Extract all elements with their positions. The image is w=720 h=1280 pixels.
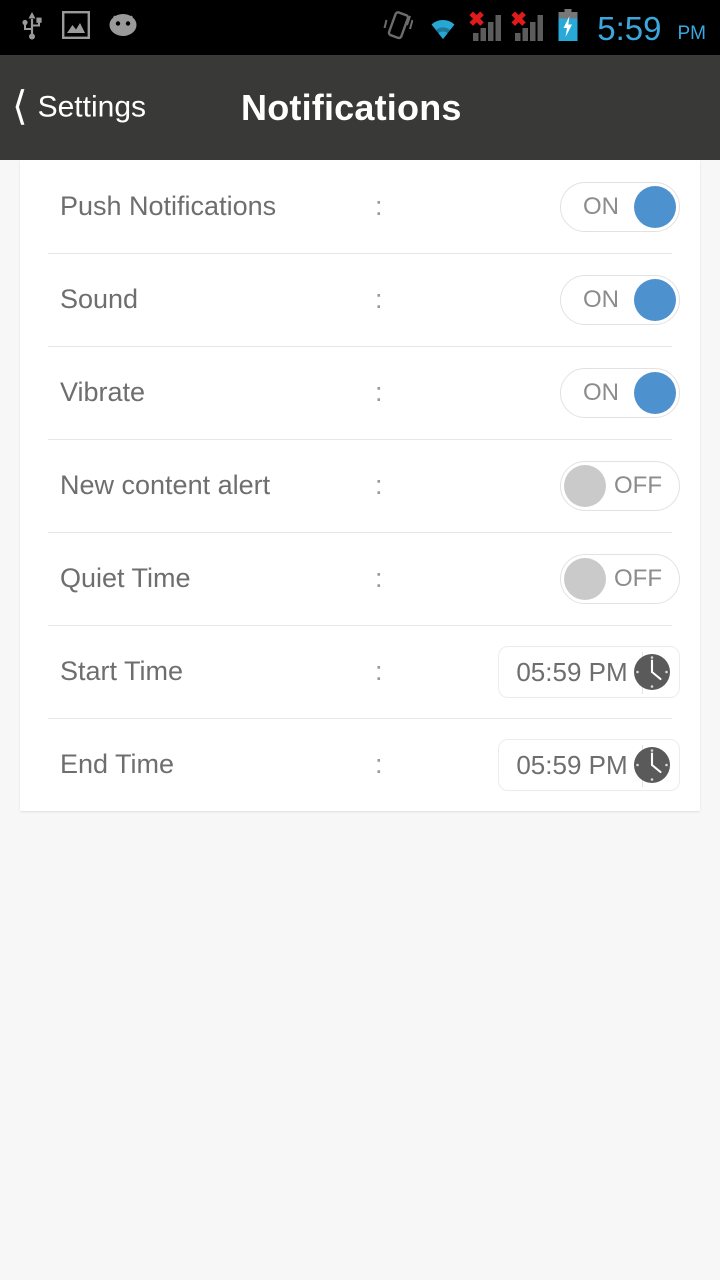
setting-row-quiet-time[interactable]: Quiet Time : OFF	[20, 532, 700, 625]
settings-card: Push Notifications : ON Sound : ON Vibra…	[20, 160, 700, 811]
clock-icon[interactable]	[632, 652, 672, 692]
battery-charging-icon	[557, 9, 579, 46]
start-time-value: 05:59 PM	[516, 656, 628, 687]
toggle-thumb	[634, 278, 676, 321]
usb-icon	[20, 10, 44, 45]
status-bar-ampm: PM	[677, 23, 707, 44]
status-bar-left-icons	[20, 10, 138, 45]
screenshot-image-icon	[62, 11, 91, 44]
chevron-left-icon: ⟨	[12, 84, 28, 128]
wifi-icon	[425, 13, 461, 46]
toggle-state-label: OFF	[614, 564, 662, 592]
setting-label: Start Time	[60, 656, 184, 686]
toggle-state-label: ON	[583, 378, 619, 406]
back-button-label: Settings	[37, 90, 147, 124]
status-bar: ✖ ✖ 5:59 PM	[0, 0, 720, 55]
signal-x-mark-2-icon: ✖	[510, 9, 528, 31]
setting-separator: :	[375, 563, 383, 593]
setting-control: OFF	[560, 460, 680, 511]
setting-label: End Time	[60, 749, 175, 779]
toggle-thumb	[634, 185, 676, 228]
toggle-thumb	[634, 371, 676, 414]
back-button[interactable]: ⟨ Settings	[12, 86, 146, 129]
setting-separator: :	[375, 470, 383, 500]
setting-control: ON	[560, 367, 680, 418]
signal-no-sim-1-icon: ✖	[468, 10, 503, 46]
clock-icon[interactable]	[632, 745, 672, 785]
toggle-thumb	[564, 464, 606, 507]
toggle-state-label: OFF	[614, 471, 662, 499]
setting-label: New content alert	[60, 470, 271, 500]
setting-label: Vibrate	[60, 377, 146, 407]
setting-separator: :	[375, 191, 383, 221]
setting-separator: :	[375, 749, 383, 779]
setting-label: Push Notifications	[60, 191, 277, 221]
setting-separator: :	[375, 656, 383, 686]
setting-separator: :	[375, 284, 383, 314]
toggle-push-notifications[interactable]: ON	[560, 181, 680, 232]
toggle-sound[interactable]: ON	[560, 274, 680, 325]
toggle-state-label: ON	[583, 192, 619, 220]
setting-label: Sound	[60, 284, 139, 314]
status-bar-clock: 5:59	[597, 10, 662, 47]
end-time-value: 05:59 PM	[516, 749, 628, 780]
setting-row-vibrate[interactable]: Vibrate : ON	[20, 346, 700, 439]
toggle-thumb	[564, 557, 606, 600]
setting-control: 05:59 PM	[498, 645, 680, 698]
signal-no-sim-2-icon: ✖	[510, 10, 545, 46]
toggle-state-label: ON	[583, 285, 619, 313]
status-bar-right-icons: ✖ ✖ 5:59 PM	[383, 9, 706, 46]
setting-separator: :	[375, 377, 383, 407]
setting-control: 05:59 PM	[498, 738, 680, 791]
vibrate-icon	[383, 9, 414, 46]
end-time-field[interactable]: 05:59 PM	[498, 738, 680, 791]
setting-control: OFF	[560, 553, 680, 604]
setting-label: Quiet Time	[60, 563, 191, 593]
setting-row-push-notifications[interactable]: Push Notifications : ON	[20, 160, 700, 253]
toggle-vibrate[interactable]: ON	[560, 367, 680, 418]
setting-control: ON	[560, 181, 680, 232]
setting-row-start-time[interactable]: Start Time : 05:59 PM	[20, 625, 700, 718]
setting-row-new-content-alert[interactable]: New content alert : OFF	[20, 439, 700, 532]
setting-row-end-time[interactable]: End Time : 05:59 PM	[20, 718, 700, 811]
android-head-icon	[108, 14, 138, 41]
signal-x-mark-1-icon: ✖	[468, 9, 486, 31]
setting-control: ON	[560, 274, 680, 325]
setting-row-sound[interactable]: Sound : ON	[20, 253, 700, 346]
toggle-quiet-time[interactable]: OFF	[560, 553, 680, 604]
page-title: Notifications	[241, 86, 462, 128]
toggle-new-content-alert[interactable]: OFF	[560, 460, 680, 511]
app-header: ⟨ Settings Notifications	[0, 55, 720, 160]
start-time-field[interactable]: 05:59 PM	[498, 645, 680, 698]
